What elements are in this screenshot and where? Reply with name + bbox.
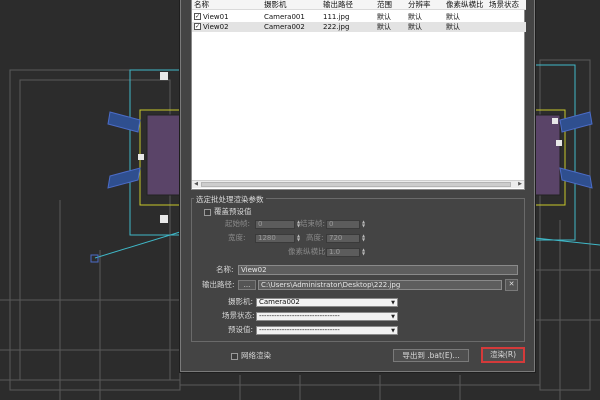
scene-state-dropdown[interactable]: -------------------------------- ▼ (256, 312, 398, 321)
override-preset-label: 覆盖预设值 (214, 207, 252, 216)
spinner-arrows-icon[interactable]: ▲ ▼ (360, 234, 367, 243)
col-header-resolution[interactable]: 分辨率 (408, 0, 431, 10)
col-header-camera[interactable]: 摄影机 (264, 0, 287, 10)
col-header-output-path[interactable]: 输出路径 (323, 0, 353, 10)
scene-state-selected: -------------------------------- (259, 312, 340, 320)
list-item[interactable]: ✓ View02 Camera002 222.jpg 默认 默认 默认 (192, 22, 526, 32)
end-frame-value: 0 (329, 220, 334, 228)
scrollbar-thumb[interactable] (201, 182, 511, 187)
export-bat-button[interactable]: 导出到 .bat(E)... (393, 349, 469, 362)
selected-batch-params-group: 选定批处理渲染参数 覆盖预设值 起始帧: 0 ▲ ▼ 结束帧: 0 ▲ ▼ 宽度: … (191, 194, 525, 342)
row-pixel-aspect: 默认 (446, 13, 460, 21)
spinner-arrows-icon[interactable]: ▲ ▼ (360, 248, 367, 257)
height-spinner[interactable]: 720 ▲ ▼ (326, 234, 365, 243)
net-render-label: 网络渲染 (241, 351, 271, 360)
preset-selected: -------------------------------- (259, 326, 340, 334)
output-path-value: C:\Users\Administrator\Desktop\222.jpg (261, 281, 401, 289)
row-name: View02 (203, 23, 229, 31)
list-item[interactable]: ✓ View01 Camera001 111.jpg 默认 默认 默认 (192, 12, 526, 22)
width-spinner[interactable]: 1280 ▲ ▼ (255, 234, 300, 243)
start-frame-spinner[interactable]: 0 ▲ ▼ (255, 220, 300, 229)
row-camera: Camera002 (264, 23, 305, 31)
col-header-range[interactable]: 范围 (377, 0, 392, 10)
output-path-field[interactable]: C:\Users\Administrator\Desktop\222.jpg (258, 280, 502, 290)
row-range: 默认 (377, 23, 391, 31)
row-name: View01 (203, 13, 229, 21)
scroll-right-icon[interactable]: ▶ (516, 181, 524, 188)
row-pixel-aspect: 默认 (446, 23, 460, 31)
chevron-down-icon: ▼ (391, 328, 395, 334)
name-input[interactable]: View02 (238, 265, 518, 275)
batch-render-dialog: 名称 摄影机 输出路径 范围 分辨率 像素纵横比 场景状态 ✓ View01 C… (180, 0, 535, 372)
row-range: 默认 (377, 13, 391, 21)
preset-dropdown[interactable]: -------------------------------- ▼ (256, 326, 398, 335)
list-header: 名称 摄影机 输出路径 范围 分辨率 像素纵横比 场景状态 (192, 0, 526, 10)
end-frame-spinner[interactable]: 0 ▲ ▼ (326, 220, 365, 229)
row-output-path: 222.jpg (323, 23, 350, 31)
pixel-aspect-spinner[interactable]: 1.0 ▲ ▼ (326, 248, 365, 257)
end-frame-label: 结束帧: (300, 219, 326, 228)
chevron-down-icon: ▼ (391, 300, 395, 306)
start-frame-label: 起始帧: (225, 219, 251, 228)
output-path-label: 输出路径: (202, 280, 235, 289)
spinner-arrows-icon[interactable]: ▲ ▼ (360, 220, 367, 229)
pixel-aspect-label: 像素纵横比: (288, 247, 329, 256)
name-value: View02 (241, 266, 267, 274)
browse-output-button[interactable]: ... (238, 280, 256, 290)
net-render-checkbox[interactable] (231, 353, 238, 360)
col-header-name[interactable]: 名称 (194, 0, 209, 10)
row-enable-checkbox[interactable]: ✓ (194, 13, 201, 20)
scene-state-label: 场景状态: (222, 311, 255, 320)
row-enable-checkbox[interactable]: ✓ (194, 23, 201, 30)
spinner-arrows-icon[interactable]: ▲ ▼ (295, 234, 302, 243)
clear-icon: ✕ (508, 280, 515, 288)
width-label: 宽度: (228, 233, 246, 242)
group-title: 选定批处理渲染参数 (194, 194, 266, 205)
row-resolution: 默认 (408, 13, 422, 21)
render-button[interactable]: 渲染(R) (481, 347, 525, 363)
batch-render-list[interactable]: 名称 摄影机 输出路径 范围 分辨率 像素纵横比 场景状态 ✓ View01 C… (191, 0, 526, 190)
chevron-down-icon: ▼ (391, 314, 395, 320)
width-value: 1280 (258, 234, 276, 242)
name-label: 名称: (216, 265, 234, 274)
row-resolution: 默认 (408, 23, 422, 31)
override-preset-checkbox[interactable] (204, 209, 211, 216)
preset-label: 预设值: (228, 325, 254, 334)
pixel-aspect-value: 1.0 (329, 248, 341, 256)
start-frame-value: 0 (258, 220, 263, 228)
row-camera: Camera001 (264, 13, 305, 21)
camera-selected: Camera002 (259, 298, 300, 306)
scroll-left-icon[interactable]: ◀ (192, 181, 200, 188)
row-output-path: 111.jpg (323, 13, 350, 21)
horizontal-scrollbar[interactable]: ◀ ▶ (192, 180, 524, 188)
height-value: 720 (329, 234, 343, 242)
col-header-pixel-aspect[interactable]: 像素纵横比 (446, 0, 484, 10)
clear-output-button[interactable]: ✕ (505, 279, 518, 291)
col-header-scene-state[interactable]: 场景状态 (489, 0, 519, 10)
height-label: 高度: (306, 233, 324, 242)
camera-label: 摄影机: (228, 297, 254, 306)
camera-dropdown[interactable]: Camera002 ▼ (256, 298, 398, 307)
